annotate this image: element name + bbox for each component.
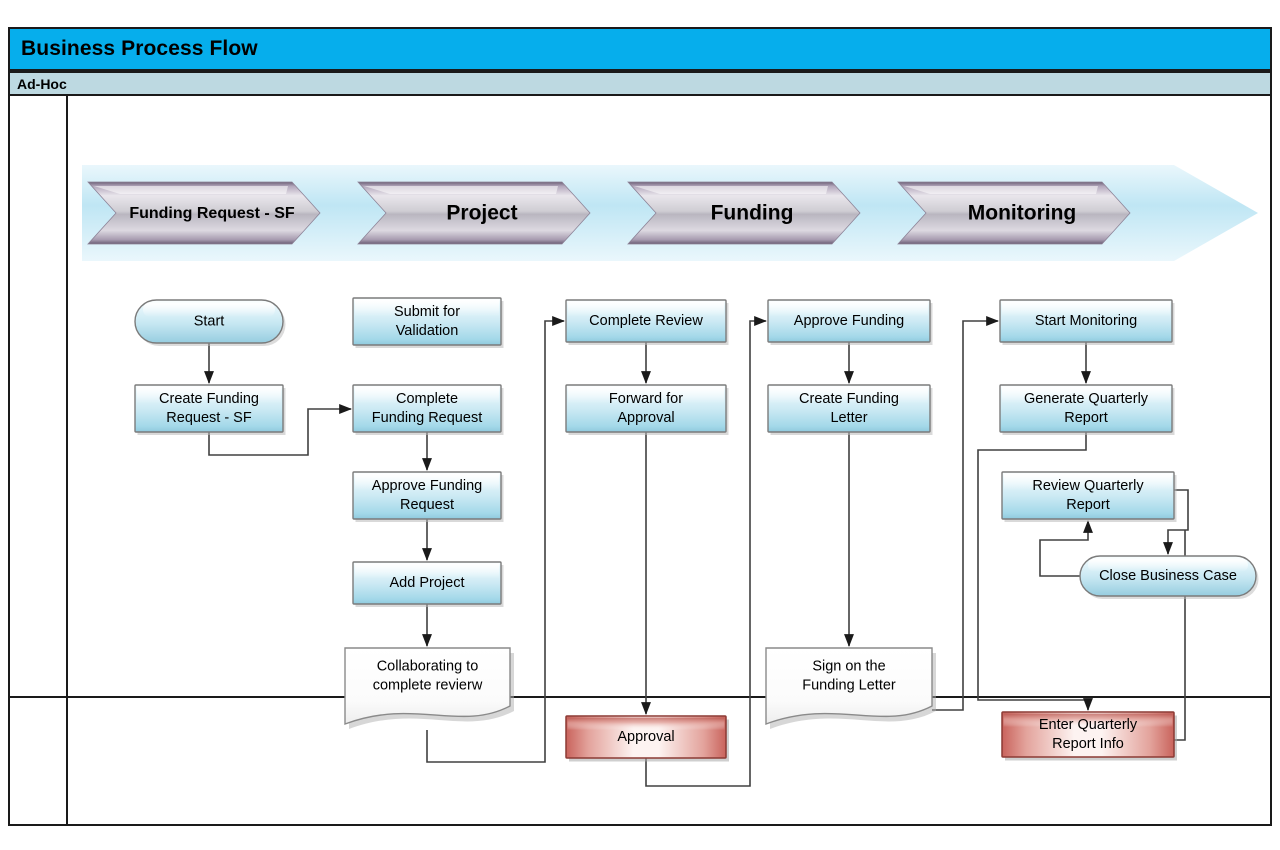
node-complete_review[interactable]: Complete Review: [565, 299, 729, 345]
node-label-generate_report: Generate Quarterly: [1024, 391, 1149, 407]
node-label-generate_report: Report: [1064, 410, 1108, 426]
node-close_case[interactable]: Close Business Case: [1079, 555, 1259, 599]
node-label-forward_approval: Approval: [617, 410, 674, 426]
node-label-create_funding: Create Funding: [159, 391, 259, 407]
node-label-start: Start: [194, 313, 225, 329]
node-label-review_report: Report: [1066, 497, 1110, 513]
node-layer: Start Create Funding Request - SF Submit fo…: [134, 297, 1259, 762]
node-label-enter_report_info: Enter Quarterly: [1039, 717, 1138, 733]
node-create_letter[interactable]: Create Funding Letter: [767, 384, 933, 435]
node-label-close_case: Close Business Case: [1099, 568, 1237, 584]
node-add_project[interactable]: Add Project: [352, 561, 504, 607]
node-enter_report_info[interactable]: Enter Quarterly Report Info: [1001, 711, 1177, 761]
node-label-sign_letter: Sign on the: [812, 658, 885, 674]
node-approve_funding_req[interactable]: Approve Funding Request: [352, 471, 504, 522]
node-label-start_monitoring: Start Monitoring: [1035, 313, 1137, 329]
node-approve_funding[interactable]: Approve Funding: [767, 299, 933, 345]
node-complete_funding[interactable]: Complete Funding Request: [352, 384, 504, 435]
node-label-complete_funding: Funding Request: [372, 410, 482, 426]
node-label-approval: Approval: [617, 729, 674, 745]
node-label-approve_funding_req: Approve Funding: [372, 478, 482, 494]
node-label-forward_approval: Forward for: [609, 391, 683, 407]
node-sign_letter[interactable]: Sign on the Funding Letter: [765, 647, 936, 729]
node-label-approve_funding_req: Request: [400, 497, 454, 513]
node-collaborating[interactable]: Collaborating to complete revierw: [344, 647, 514, 729]
node-label-create_letter: Letter: [830, 410, 867, 426]
node-label-sign_letter: Funding Letter: [802, 677, 896, 693]
node-start[interactable]: Start: [134, 299, 286, 346]
node-label-complete_review: Complete Review: [589, 313, 703, 329]
node-label-collaborating: complete revierw: [373, 677, 483, 693]
node-label-complete_funding: Complete: [396, 391, 458, 407]
node-label-collaborating: Collaborating to: [377, 658, 479, 674]
node-start_monitoring[interactable]: Start Monitoring: [999, 299, 1175, 345]
node-approval[interactable]: Approval: [565, 715, 729, 762]
node-review_report[interactable]: Review Quarterly Report: [1001, 471, 1177, 522]
node-label-create_funding: Request - SF: [166, 410, 252, 426]
business-process-flow-page: Business Process Flow Ad-Hoc Funding Req…: [0, 0, 1280, 850]
node-label-enter_report_info: Report Info: [1052, 736, 1124, 752]
node-forward_approval[interactable]: Forward for Approval: [565, 384, 729, 435]
node-generate_report[interactable]: Generate Quarterly Report: [999, 384, 1175, 435]
node-label-create_letter: Create Funding: [799, 391, 899, 407]
node-create_funding[interactable]: Create Funding Request - SF: [134, 384, 286, 435]
node-label-submit_validation: Validation: [396, 323, 459, 339]
node-submit_validation[interactable]: Submit for Validation: [352, 297, 504, 348]
node-label-add_project: Add Project: [390, 575, 465, 591]
node-label-approve_funding: Approve Funding: [794, 313, 904, 329]
node-label-submit_validation: Submit for: [394, 304, 460, 320]
node-label-review_report: Review Quarterly: [1032, 478, 1144, 494]
